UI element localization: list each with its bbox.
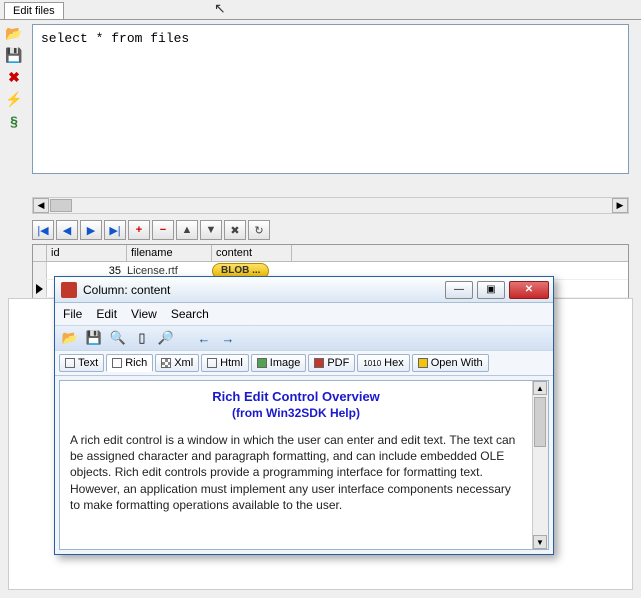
scroll-up-icon[interactable]: ▲ (533, 381, 547, 395)
loop-icon[interactable]: § (4, 112, 24, 130)
nav-last-button[interactable]: ▶| (104, 220, 126, 240)
rich-icon (112, 358, 122, 368)
column-dialog: Column: content — ▣ ✕ File Edit View Sea… (54, 276, 554, 555)
vtab-image[interactable]: Image (251, 354, 307, 372)
grid-header-indicator (33, 245, 47, 261)
tb-back-icon[interactable]: ← (195, 329, 213, 347)
scroll-thumb[interactable] (50, 199, 72, 212)
menu-view[interactable]: View (131, 307, 157, 321)
openwith-icon (418, 358, 428, 368)
nav-remove-button[interactable]: − (152, 220, 174, 240)
view-tabs: Text Rich Xml Html Image PDF 1010Hex Ope… (55, 351, 553, 376)
dialog-menubar: File Edit View Search (55, 303, 553, 325)
vertical-toolbar: 📂 💾 ✖ ⚡ § (0, 20, 28, 195)
tb-zoom-icon[interactable]: 🔍 (109, 329, 127, 347)
content-subheading: (from Win32SDK Help) (70, 406, 522, 420)
menu-search[interactable]: Search (171, 307, 209, 321)
scroll-right-icon[interactable]: ▶ (612, 198, 628, 213)
close-button[interactable]: ✕ (509, 281, 549, 299)
editor-wrap: select * from files (28, 20, 641, 195)
menu-edit[interactable]: Edit (96, 307, 117, 321)
tb-page-icon[interactable]: ▯ (133, 329, 151, 347)
nav-first-button[interactable]: |◀ (32, 220, 54, 240)
window-buttons: — ▣ ✕ (445, 281, 549, 299)
vtab-rich[interactable]: Rich (106, 354, 153, 372)
row-indicator (33, 280, 47, 297)
grid-header: id filename content (33, 245, 628, 262)
nav-down-button[interactable]: ▼ (200, 220, 222, 240)
save-icon[interactable]: 💾 (4, 46, 24, 64)
nav-up-button[interactable]: ▲ (176, 220, 198, 240)
current-row-icon (36, 284, 43, 294)
open-icon[interactable]: 📂 (4, 24, 24, 42)
maximize-button[interactable]: ▣ (477, 281, 505, 299)
cell-filename: License.rtf (127, 265, 212, 277)
content-pane: Rich Edit Control Overview (from Win32SD… (59, 380, 549, 550)
dialog-titlebar[interactable]: Column: content — ▣ ✕ (55, 277, 553, 303)
cell-id: 35 (47, 265, 127, 277)
vtab-hex[interactable]: 1010Hex (357, 354, 409, 372)
sql-editor[interactable]: select * from files (32, 24, 629, 174)
nav-refresh-button[interactable]: ↻ (248, 220, 270, 240)
window-icon (61, 282, 77, 298)
vscroll-thumb[interactable] (534, 397, 546, 447)
vtab-openwith[interactable]: Open With (412, 354, 489, 372)
delete-icon[interactable]: ✖ (4, 68, 24, 86)
tb-find-icon[interactable]: 🔎 (157, 329, 175, 347)
tab-strip: Edit files (0, 0, 641, 20)
row-indicator (33, 262, 47, 279)
nav-prev-button[interactable]: ◀ (56, 220, 78, 240)
vtab-html[interactable]: Html (201, 354, 249, 372)
content-body: A rich edit control is a window in which… (70, 432, 522, 513)
grid-header-id[interactable]: id (47, 245, 127, 261)
nav-cancel-button[interactable]: ✖ (224, 220, 246, 240)
hex-icon: 1010 (363, 359, 381, 368)
tab-edit-files[interactable]: Edit files (4, 2, 64, 19)
vtab-text[interactable]: Text (59, 354, 104, 372)
tb-save-icon[interactable]: 💾 (85, 329, 103, 347)
image-icon (257, 358, 267, 368)
vtab-xml[interactable]: Xml (155, 354, 199, 372)
pdf-icon (314, 358, 324, 368)
xml-icon (161, 358, 171, 368)
content-vscrollbar[interactable]: ▲ ▼ (532, 381, 548, 549)
minimize-button[interactable]: — (445, 281, 473, 299)
cursor-icon: ↖ (214, 0, 226, 17)
grid-header-content[interactable]: content (212, 245, 292, 261)
scroll-left-icon[interactable]: ◀ (33, 198, 49, 213)
tb-forward-icon[interactable]: → (219, 329, 237, 347)
nav-next-button[interactable]: ▶ (80, 220, 102, 240)
nav-toolbar: |◀ ◀ ▶ ▶| + − ▲ ▼ ✖ ↻ (32, 220, 629, 240)
content-heading: Rich Edit Control Overview (70, 389, 522, 404)
text-icon (65, 358, 75, 368)
grid-header-filename[interactable]: filename (127, 245, 212, 261)
tb-open-icon[interactable]: 📂 (61, 329, 79, 347)
editor-hscrollbar[interactable]: ◀ ▶ (32, 197, 629, 214)
dialog-toolbar: 📂 💾 🔍 ▯ 🔎 ← → (55, 325, 553, 351)
scroll-down-icon[interactable]: ▼ (533, 535, 547, 549)
rich-content[interactable]: Rich Edit Control Overview (from Win32SD… (60, 381, 532, 549)
html-icon (207, 358, 217, 368)
execute-icon[interactable]: ⚡ (4, 90, 24, 108)
menu-file[interactable]: File (63, 307, 82, 321)
vtab-pdf[interactable]: PDF (308, 354, 355, 372)
main-area: 📂 💾 ✖ ⚡ § select * from files (0, 20, 641, 195)
nav-add-button[interactable]: + (128, 220, 150, 240)
dialog-title: Column: content (83, 283, 445, 297)
